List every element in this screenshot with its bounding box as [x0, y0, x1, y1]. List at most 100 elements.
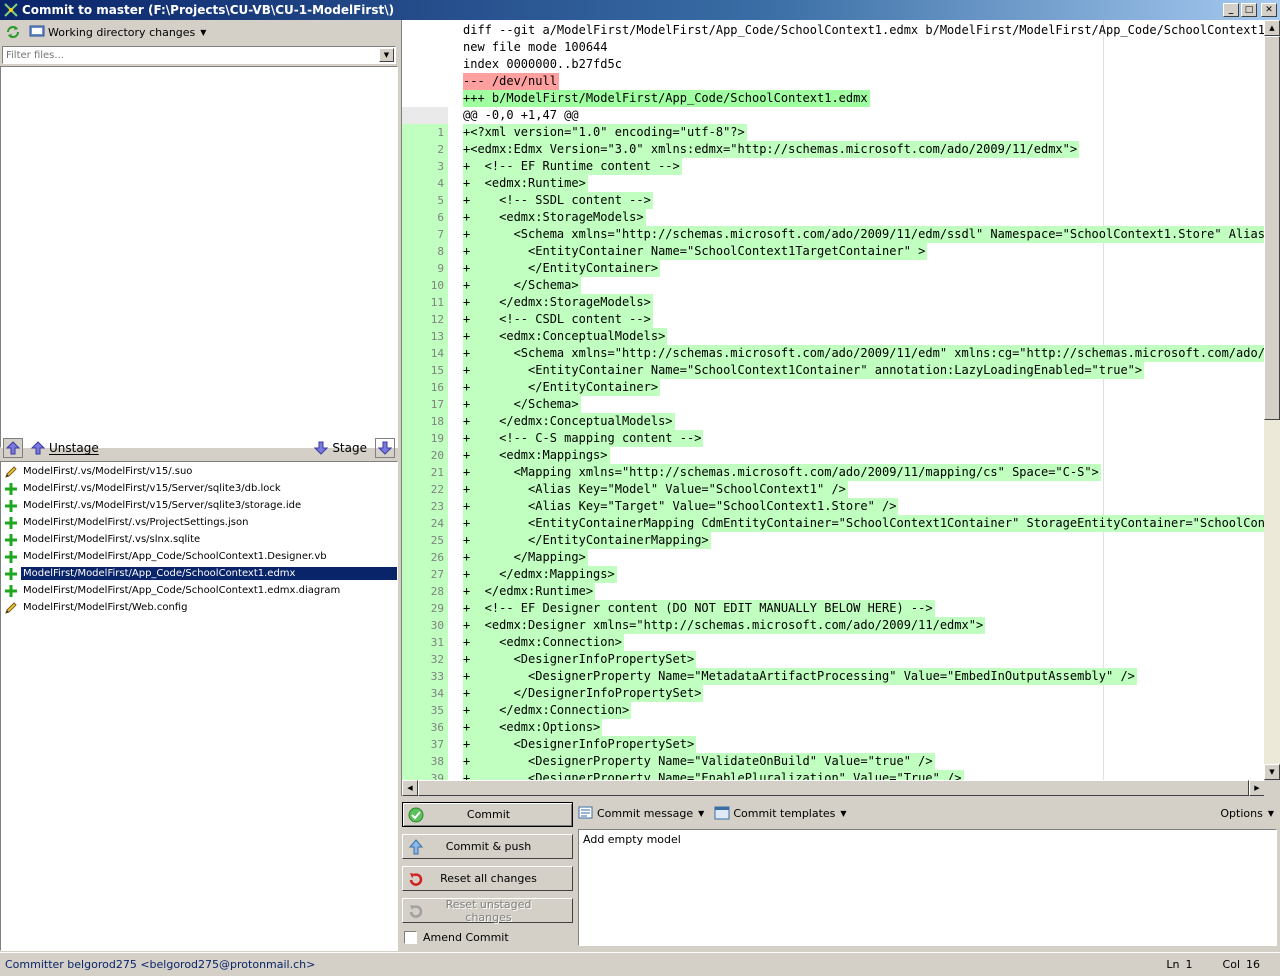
commit-and-push-button[interactable]: Commit & push	[402, 834, 573, 859]
line-number	[402, 22, 448, 39]
diff-code: + </edmx:StorageModels>	[463, 294, 653, 311]
diff-code: + <Schema xmlns="http://schemas.microsof…	[463, 345, 1265, 362]
diff-content[interactable]: diff --git a/ModelFirst/ModelFirst/App_C…	[402, 20, 1265, 780]
commit-button[interactable]: Commit	[402, 802, 573, 827]
diff-viewer[interactable]: diff --git a/ModelFirst/ModelFirst/App_C…	[401, 20, 1280, 796]
diff-code: + <!-- C-S mapping content -->	[463, 430, 704, 447]
maximize-button[interactable]: □	[1241, 3, 1257, 17]
line-number: 7	[402, 226, 448, 243]
diff-added-line: 19 + <!-- C-S mapping content -->	[402, 430, 1265, 447]
unstaged-toolbar: Working directory changes ▼	[0, 20, 398, 44]
staged-file-row[interactable]: ModelFirst/.vs/ModelFirst/v15/Server/sql…	[1, 497, 397, 514]
staged-file-row[interactable]: ModelFirst/ModelFirst/.vs/ProjectSetting…	[1, 514, 397, 531]
commit-message-textbox[interactable]: Add empty model	[578, 829, 1277, 946]
commit-templates-menu[interactable]: Commit templates ▼	[714, 806, 847, 820]
staged-file-row[interactable]: ModelFirst/ModelFirst/App_Code/SchoolCon…	[1, 548, 397, 565]
scroll-right-button[interactable]: ▶	[1249, 780, 1265, 796]
stage-button[interactable]: Stage	[314, 441, 367, 455]
diff-header-line: new file mode 100644	[402, 39, 1265, 56]
plus-icon	[3, 481, 19, 497]
horizontal-scroll-thumb[interactable]	[418, 780, 1249, 796]
diff-added-line: 38 + <DesignerProperty Name="ValidateOnBu…	[402, 753, 1265, 770]
staged-file-name: ModelFirst/.vs/ModelFirst/v15/Server/sql…	[23, 500, 302, 511]
staged-file-row[interactable]: ModelFirst/.vs/ModelFirst/v15/.suo	[1, 463, 397, 480]
staged-file-row[interactable]: ModelFirst/ModelFirst/.vs/slnx.sqlite	[1, 531, 397, 548]
diff-added-line: 21 + <Mapping xmlns="http://schemas.micro…	[402, 464, 1265, 481]
line-number: 30	[402, 617, 448, 634]
ln-value: 1	[1185, 958, 1193, 971]
line-number: 17	[402, 396, 448, 413]
line-number: 37	[402, 736, 448, 753]
amend-commit-checkbox[interactable]: Amend Commit	[404, 931, 509, 944]
diff-added-line: 18 + </edmx:ConceptualModels>	[402, 413, 1265, 430]
diff-code: + <edmx:Mappings>	[463, 447, 610, 464]
diff-code: + </EntityContainer>	[463, 379, 661, 396]
plus-icon	[3, 566, 19, 582]
undo-icon	[407, 870, 425, 888]
unstage-button[interactable]: Unstage	[31, 441, 99, 455]
committer-info[interactable]: Committer belgorod275 <belgorod275@proto…	[5, 958, 315, 971]
line-number: 13	[402, 328, 448, 345]
git-extensions-icon	[3, 2, 19, 18]
arrow-up-icon	[31, 441, 45, 455]
minimize-button[interactable]: _	[1223, 3, 1239, 17]
diff-added-line: 8 + <EntityContainer Name="SchoolContext1…	[402, 243, 1265, 260]
staged-file-row[interactable]: ModelFirst/ModelFirst/App_Code/SchoolCon…	[1, 582, 397, 599]
staged-file-list[interactable]: ModelFirst/.vs/ModelFirst/v15/.suo ModelF…	[0, 461, 398, 951]
stage-all-button[interactable]	[375, 438, 395, 458]
working-directory-dropdown[interactable]: Working directory changes ▼	[29, 24, 206, 41]
filter-files-input[interactable]	[3, 48, 379, 62]
unstaged-file-list[interactable]	[0, 66, 398, 448]
diff-added-line: 34 + </DesignerInfoPropertySet>	[402, 685, 1265, 702]
line-number: 29	[402, 600, 448, 617]
reset-unstaged-label: Reset unstaged changes	[445, 897, 532, 924]
scroll-up-button[interactable]: ▲	[1264, 20, 1280, 36]
line-number: 15	[402, 362, 448, 379]
refresh-icon[interactable]	[3, 22, 23, 42]
line-number: 14	[402, 345, 448, 362]
diff-horizontal-scrollbar[interactable]: ◀ ▶	[402, 780, 1265, 796]
diff-header-line: index 0000000..b27fd5c	[402, 56, 1265, 73]
diff-added-line: 28 + </edmx:Runtime>	[402, 583, 1265, 600]
diff-added-line: 23 + <Alias Key="Target" Value="SchoolCon…	[402, 498, 1265, 515]
line-number: 34	[402, 685, 448, 702]
commit-message-menu[interactable]: Commit message ▼	[578, 806, 704, 820]
diff-code: + <!-- SSDL content -->	[463, 192, 653, 209]
line-number: 3	[402, 158, 448, 175]
filter-files-combo[interactable]: ▼	[2, 46, 396, 64]
diff-added-line: 20 + <edmx:Mappings>	[402, 447, 1265, 464]
diff-added-line: 26 + </Mapping>	[402, 549, 1265, 566]
staged-file-name: ModelFirst/ModelFirst/App_Code/SchoolCon…	[23, 585, 341, 596]
staged-file-row[interactable]: ModelFirst/ModelFirst/App_Code/SchoolCon…	[1, 565, 397, 582]
reset-unstaged-changes-button[interactable]: Reset unstaged changes	[402, 897, 573, 924]
unstage-all-button[interactable]	[3, 438, 23, 458]
diff-vertical-scrollbar[interactable]: ▲ ▼	[1264, 20, 1280, 780]
diff-added-line: 36 + <edmx:Options>	[402, 719, 1265, 736]
checkbox-box[interactable]	[404, 931, 417, 944]
cursor-position: Ln 1 Col 16	[1166, 958, 1266, 971]
scroll-left-button[interactable]: ◀	[402, 780, 418, 796]
diff-added-line: 24 + <EntityContainerMapping CdmEntityCon…	[402, 515, 1265, 532]
staged-file-row[interactable]: ModelFirst/.vs/ModelFirst/v15/Server/sql…	[1, 480, 397, 497]
commit-message-text[interactable]: Add empty model	[583, 833, 681, 846]
diff-code: + <DesignerProperty Name="MetadataArtifa…	[463, 668, 1137, 685]
diff-code: + <edmx:Runtime>	[463, 175, 588, 192]
diff-code: + </edmx:Mappings>	[463, 566, 617, 583]
pencil-icon	[3, 464, 19, 480]
options-menu[interactable]: Options ▼	[1220, 807, 1274, 820]
line-number: 20	[402, 447, 448, 464]
staged-file-row[interactable]: ModelFirst/ModelFirst/Web.config	[1, 599, 397, 616]
diff-added-line: 27 + </edmx:Mappings>	[402, 566, 1265, 583]
commit-message-toolbar: Commit message ▼ Commit templates ▼ Opti…	[578, 803, 1278, 823]
unstaged-panel: Working directory changes ▼ ▼	[0, 20, 398, 448]
line-number: 19	[402, 430, 448, 447]
close-button[interactable]: ✕	[1261, 3, 1277, 17]
scroll-down-button[interactable]: ▼	[1264, 764, 1280, 780]
line-number: 32	[402, 651, 448, 668]
diff-code: + <edmx:StorageModels>	[463, 209, 646, 226]
commit-templates-label: Commit templates	[733, 806, 836, 820]
line-number: 35	[402, 702, 448, 719]
reset-all-changes-button[interactable]: Reset all changes	[402, 866, 573, 891]
chevron-down-icon[interactable]: ▼	[379, 48, 394, 62]
vertical-scroll-thumb[interactable]	[1264, 36, 1280, 420]
